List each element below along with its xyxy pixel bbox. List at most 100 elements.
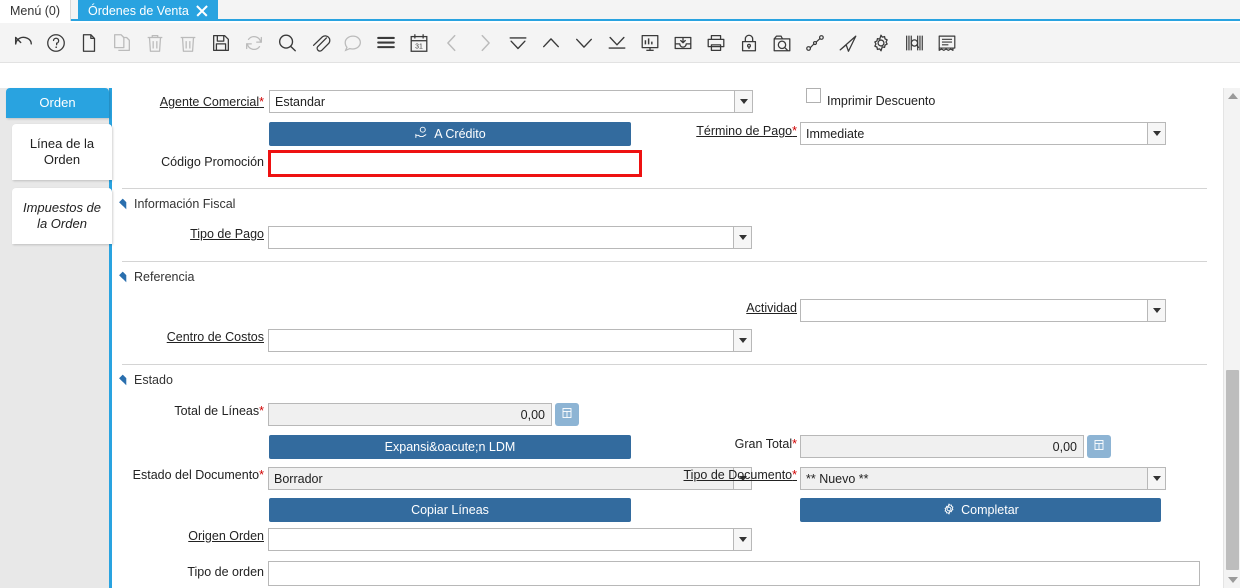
scroll-down-icon[interactable] xyxy=(1224,572,1240,588)
required-marker: * xyxy=(259,404,264,418)
close-icon[interactable] xyxy=(195,4,208,17)
up-record-icon[interactable] xyxy=(534,26,567,60)
imprimir-descuento-checkbox[interactable] xyxy=(806,88,821,103)
send-icon[interactable] xyxy=(831,26,864,60)
total-de-lineas-value: 0,00 xyxy=(520,407,545,422)
previous-record-icon xyxy=(435,26,468,60)
centro-de-costos-label: Centro de Costos xyxy=(166,330,264,344)
scrollbar-thumb[interactable] xyxy=(1226,370,1239,570)
calendar-icon[interactable]: 31 xyxy=(402,26,435,60)
required-marker: * xyxy=(792,437,797,451)
expansion-ldm-button-label: Expansi&oacute;n LDM xyxy=(384,440,516,454)
vertical-scrollbar[interactable] xyxy=(1223,88,1240,588)
tipo-de-pago-select[interactable] xyxy=(268,226,752,249)
codigo-promocion-input[interactable] xyxy=(268,150,642,177)
a-credito-button-label: A Crédito xyxy=(434,127,486,141)
zoom-across-icon[interactable] xyxy=(765,26,798,60)
section-header-estado[interactable]: Estado xyxy=(119,373,173,387)
gran-total-value: 0,00 xyxy=(1052,439,1077,454)
document-icon[interactable] xyxy=(930,26,963,60)
chevron-down-icon[interactable] xyxy=(733,528,752,551)
down-record-icon[interactable] xyxy=(567,26,600,60)
total-de-lineas-input[interactable]: 0,00 xyxy=(268,403,552,426)
termino-de-pago-label: Término de Pago* xyxy=(696,124,797,138)
window-tab-ordenes-de-venta[interactable]: Órdenes de Venta xyxy=(78,0,218,21)
search-icon[interactable] xyxy=(270,26,303,60)
a-credito-button[interactable]: A Crédito xyxy=(269,122,631,146)
gran-total-label: Gran Total* xyxy=(734,437,797,451)
gran-total-input[interactable]: 0,00 xyxy=(800,435,1084,458)
chevron-down-icon[interactable] xyxy=(1147,299,1166,322)
section-divider-informacion-fiscal xyxy=(122,188,1207,189)
copy-record-icon xyxy=(105,26,138,60)
settings-icon[interactable] xyxy=(864,26,897,60)
required-marker: * xyxy=(259,468,264,482)
total-de-lineas-calculator-button[interactable] xyxy=(555,403,579,426)
required-marker: * xyxy=(259,95,264,109)
chevron-down-icon[interactable] xyxy=(733,329,752,352)
report-icon[interactable] xyxy=(633,26,666,60)
sidebar-item-impuestos-de-la-orden-label: Impuestos de la Orden xyxy=(22,200,102,231)
gran-total-calculator-button[interactable] xyxy=(1087,435,1111,458)
actividad-select[interactable] xyxy=(800,299,1166,322)
centro-de-costos-select[interactable] xyxy=(268,329,752,352)
gear-icon xyxy=(942,502,956,519)
tipo-de-orden-input[interactable] xyxy=(268,561,1200,586)
section-header-informacion-fiscal[interactable]: Información Fiscal xyxy=(119,197,236,211)
section-header-referencia[interactable]: Referencia xyxy=(119,270,195,284)
origen-orden-label: Origen Orden xyxy=(188,529,264,543)
delete-record-icon xyxy=(138,26,171,60)
chevron-down-icon[interactable] xyxy=(733,226,752,249)
help-icon[interactable] xyxy=(39,26,72,60)
first-record-icon[interactable] xyxy=(501,26,534,60)
codigo-promocion-label: Código Promoción xyxy=(161,155,264,169)
chevron-down-icon[interactable] xyxy=(1147,122,1166,145)
chevron-down-icon[interactable] xyxy=(734,90,753,113)
last-record-icon[interactable] xyxy=(600,26,633,60)
termino-de-pago-select[interactable]: Immediate xyxy=(800,122,1166,145)
section-header-informacion-fiscal-label: Información Fiscal xyxy=(134,197,236,211)
section-header-estado-label: Estado xyxy=(134,373,173,387)
sidebar-item-linea-de-la-orden-label: Línea de la Orden xyxy=(29,136,95,167)
chat-icon xyxy=(336,26,369,60)
window-tab-menu-label: Menú (0) xyxy=(10,3,61,18)
sidebar-item-linea-de-la-orden[interactable]: Línea de la Orden xyxy=(12,124,112,180)
save-icon[interactable] xyxy=(204,26,237,60)
grid-toggle-icon[interactable] xyxy=(369,26,402,60)
sidebar-item-impuestos-de-la-orden[interactable]: Impuestos de la Orden xyxy=(12,188,112,244)
order-form-panel: Agente Comercial* Estandar Imprimir Desc… xyxy=(112,64,1220,588)
refresh-icon xyxy=(237,26,270,60)
main-toolbar: 31 xyxy=(0,23,1240,63)
archive-icon[interactable] xyxy=(666,26,699,60)
hand-coin-icon xyxy=(414,125,429,143)
sidebar-item-orden[interactable]: Orden xyxy=(6,88,109,118)
tipo-de-documento-select[interactable]: ** Nuevo ** xyxy=(800,467,1166,490)
barcode-icon[interactable] xyxy=(897,26,930,60)
scroll-up-icon[interactable] xyxy=(1224,88,1240,104)
total-de-lineas-label: Total de Líneas* xyxy=(174,404,264,418)
completar-button-label: Completar xyxy=(961,503,1019,517)
svg-text:31: 31 xyxy=(415,43,423,50)
expansion-ldm-button[interactable]: Expansi&oacute;n LDM xyxy=(269,435,631,459)
chevron-down-icon[interactable] xyxy=(1147,467,1166,490)
sidebar-item-orden-label: Orden xyxy=(39,95,76,110)
calculator-icon xyxy=(561,407,573,422)
tipo-de-orden-label: Tipo de orden xyxy=(187,565,264,579)
agente-comercial-select[interactable]: Estandar xyxy=(269,90,753,113)
workflow-icon[interactable] xyxy=(798,26,831,60)
print-icon[interactable] xyxy=(699,26,732,60)
lock-icon[interactable] xyxy=(732,26,765,60)
new-record-icon[interactable] xyxy=(72,26,105,60)
completar-button[interactable]: Completar xyxy=(800,498,1161,522)
delete-selection-icon xyxy=(171,26,204,60)
copiar-lineas-button[interactable]: Copiar Líneas xyxy=(269,498,631,522)
attachment-icon[interactable] xyxy=(303,26,336,60)
section-divider-referencia xyxy=(122,261,1207,262)
undo-icon[interactable] xyxy=(6,26,39,60)
section-header-referencia-label: Referencia xyxy=(134,270,195,284)
calculator-icon xyxy=(1093,439,1105,454)
window-tab-menu[interactable]: Menú (0) xyxy=(0,0,72,21)
window-tab-strip: Menú (0) Órdenes de Venta xyxy=(0,0,1240,21)
origen-orden-select[interactable] xyxy=(268,528,752,551)
window-tab-ordenes-de-venta-label: Órdenes de Venta xyxy=(88,3,189,18)
